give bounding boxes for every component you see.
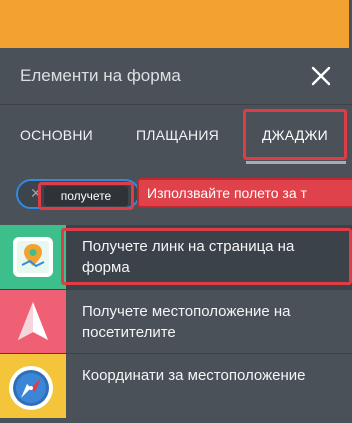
tab-bar: ОСНОВНИ ПЛАЩАНИЯ ДЖАДЖИ (0, 104, 352, 166)
search-row: ✕ получете Използвайте полето за т (0, 165, 352, 225)
widget-label: Получете местоположение на посетителите (82, 303, 291, 341)
tab-widgets-highlight (243, 109, 347, 160)
widget-item-location-coordinates[interactable]: Координати за местоположение (0, 353, 352, 418)
widget-item-form-page-link[interactable]: Получете линк на страница на форма (0, 225, 352, 289)
widget-label: Координати за местоположение (82, 367, 306, 384)
icon-cell (0, 225, 66, 289)
location-arrow-icon (18, 302, 48, 340)
icon-cell (0, 354, 66, 418)
page-link-pin-icon (13, 237, 53, 277)
compass-icon (9, 366, 53, 410)
widget-item-highlight (61, 228, 352, 285)
panel-title: Елементи на форма (20, 66, 181, 85)
search-tooltip: Използвайте полето за т (137, 178, 352, 208)
close-icon[interactable] (307, 62, 335, 90)
search-chip-highlight (38, 182, 134, 210)
panel-header: Елементи на форма (0, 48, 352, 104)
top-orange-strip (0, 0, 352, 48)
widget-item-visitor-location[interactable]: Получете местоположение на посетителите (0, 289, 352, 354)
icon-cell (0, 290, 66, 354)
form-elements-panel: Елементи на форма ОСНОВНИ ПЛАЩАНИЯ ДЖАДЖ… (0, 48, 352, 418)
tab-payments[interactable]: ПЛАЩАНИЯ (136, 105, 219, 165)
active-tab-indicator (246, 161, 346, 164)
tab-basic[interactable]: ОСНОВНИ (20, 105, 93, 165)
